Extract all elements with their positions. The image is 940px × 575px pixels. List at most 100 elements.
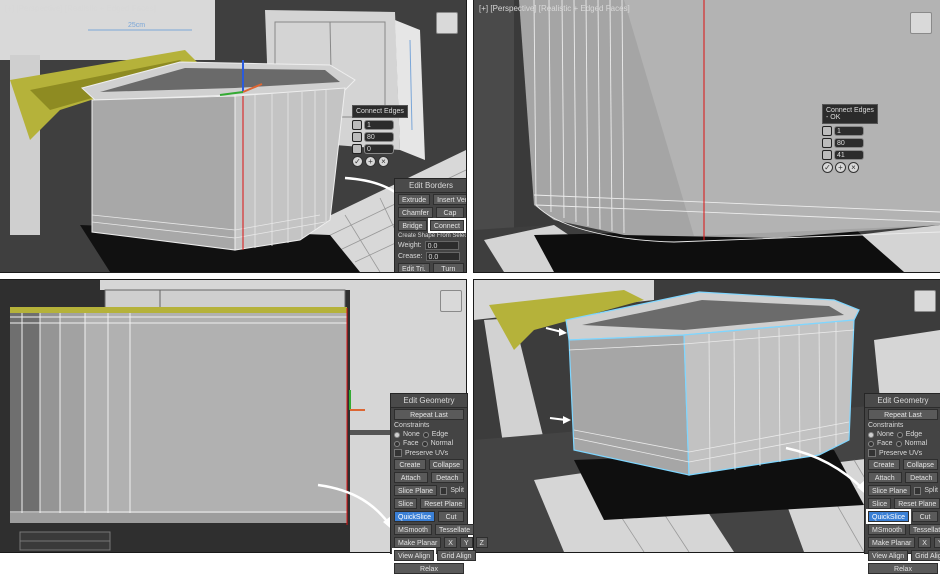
slice-button[interactable]: Slice — [394, 498, 418, 509]
pinch-value[interactable]: 80 — [834, 138, 864, 148]
relax-button[interactable]: Relax — [868, 563, 938, 574]
tessellate-button[interactable]: Tessellate — [908, 524, 940, 535]
quickslice-button[interactable]: QuickSlice — [394, 511, 436, 522]
cancel-icon[interactable]: × — [848, 162, 859, 173]
none-radio[interactable] — [394, 431, 400, 438]
edge-radio[interactable] — [422, 431, 429, 438]
none-radio[interactable] — [868, 431, 874, 438]
viewcube-icon[interactable] — [436, 12, 458, 34]
normal-label: Normal — [430, 440, 454, 447]
relax-button[interactable]: Relax — [394, 563, 464, 574]
cap-button[interactable]: Cap — [435, 207, 464, 218]
reset-plane-button[interactable]: Reset Plane — [894, 498, 940, 509]
caddy-title-text: Connect Edges — [826, 107, 874, 114]
cancel-icon[interactable]: × — [378, 156, 389, 167]
slide-icon — [352, 144, 362, 154]
slide-icon — [822, 150, 832, 160]
preserve-uvs-checkbox[interactable] — [868, 449, 876, 457]
slice-plane-button[interactable]: Slice Plane — [394, 485, 438, 496]
msmooth-button[interactable]: MSmooth — [394, 524, 432, 535]
connect-edges-caddy: Connect Edges - OK 1 80 41 ✓ + × — [822, 104, 878, 173]
create-button[interactable]: Create — [394, 459, 426, 470]
crease-field[interactable]: 0.0 — [425, 252, 460, 261]
detach-button[interactable]: Detach — [904, 472, 938, 483]
slice-plane-button[interactable]: Slice Plane — [868, 485, 912, 496]
quickslice-button[interactable]: QuickSlice — [865, 509, 912, 524]
face-label: Face — [877, 440, 893, 447]
face-radio[interactable] — [394, 440, 400, 447]
preserve-uvs-label: Preserve UVs — [405, 449, 449, 457]
connect-button[interactable]: Connect — [427, 218, 466, 233]
segments-icon — [822, 126, 832, 136]
y-button[interactable]: Y — [459, 537, 473, 548]
x-button[interactable]: X — [444, 537, 457, 548]
attach-button[interactable]: Attach — [394, 472, 428, 483]
edit-geometry-title: Edit Geometry — [865, 394, 940, 408]
normal-label: Normal — [904, 440, 928, 447]
reset-plane-button[interactable]: Reset Plane — [420, 498, 467, 509]
slide-value[interactable]: 41 — [834, 150, 864, 160]
turn-button[interactable]: Turn — [432, 263, 464, 272]
split-checkbox[interactable] — [440, 486, 448, 495]
viewcube-icon[interactable] — [914, 290, 936, 312]
insert-vertex-button[interactable]: Insert Vertex — [433, 194, 466, 205]
preserve-uvs-checkbox[interactable] — [394, 449, 402, 457]
viewport-label[interactable]: [+] [Perspective] [Realistic + Edged Fac… — [5, 4, 156, 13]
chamfer-button[interactable]: Chamfer — [398, 207, 433, 218]
cut-button[interactable]: Cut — [438, 511, 464, 522]
edit-tri-button[interactable]: Edit Tri. — [398, 263, 430, 272]
repeat-last-button[interactable]: Repeat Last — [868, 409, 938, 420]
face-radio[interactable] — [868, 440, 874, 447]
none-label: None — [403, 431, 420, 438]
msmooth-button[interactable]: MSmooth — [868, 524, 906, 535]
collapse-button[interactable]: Collapse — [428, 459, 464, 470]
split-label: Split — [924, 487, 938, 494]
apply-icon[interactable]: + — [365, 156, 376, 167]
pinch-icon — [352, 132, 362, 142]
segments-value[interactable]: 1 — [834, 126, 864, 136]
extrude-button[interactable]: Extrude — [398, 194, 431, 205]
segments-icon — [352, 120, 362, 130]
caddy-status: - OK — [826, 114, 841, 121]
viewport-top-left[interactable]: 25cm [+] [Perspective] [Realistic + Edge… — [0, 0, 467, 273]
ok-icon[interactable]: ✓ — [822, 162, 833, 173]
constraints-label: Constraints — [394, 422, 430, 429]
crease-label: Crease: — [398, 253, 423, 260]
cut-button[interactable]: Cut — [912, 511, 938, 522]
viewport-top-right[interactable]: [+] [Perspective] [Realistic + Edged Fac… — [473, 0, 940, 273]
preserve-uvs-label: Preserve UVs — [879, 449, 923, 457]
y-button[interactable]: Y — [933, 537, 940, 548]
edit-borders-title: Edit Borders — [395, 179, 466, 193]
tessellate-button[interactable]: Tessellate — [434, 524, 475, 535]
make-planar-button[interactable]: Make Planar — [868, 537, 916, 548]
make-planar-button[interactable]: Make Planar — [394, 537, 442, 548]
repeat-last-button[interactable]: Repeat Last — [394, 409, 464, 420]
normal-radio[interactable] — [421, 440, 428, 447]
create-button[interactable]: Create — [868, 459, 900, 470]
none-label: None — [877, 431, 894, 438]
detach-button[interactable]: Detach — [430, 472, 464, 483]
pinch-value[interactable]: 80 — [364, 132, 394, 142]
slide-value[interactable]: 0 — [364, 144, 394, 154]
viewport-label[interactable]: [+] [Perspective] [Realistic + Edged Fac… — [479, 4, 630, 13]
weight-field[interactable]: 0.0 — [424, 241, 459, 250]
ok-icon[interactable]: ✓ — [352, 156, 363, 167]
split-checkbox[interactable] — [914, 486, 922, 495]
create-shape-link[interactable]: Create Shape From Selection — [398, 233, 466, 239]
attach-button[interactable]: Attach — [868, 472, 902, 483]
segments-value[interactable]: 1 — [364, 120, 394, 130]
edge-label: Edge — [431, 431, 449, 438]
viewcube-icon[interactable] — [440, 290, 462, 312]
slice-button[interactable]: Slice — [868, 498, 892, 509]
normal-radio[interactable] — [895, 440, 902, 447]
z-button[interactable]: Z — [475, 537, 488, 548]
x-button[interactable]: X — [918, 537, 931, 548]
viewcube-icon[interactable] — [910, 12, 932, 34]
pinch-icon — [822, 138, 832, 148]
apply-icon[interactable]: + — [835, 162, 846, 173]
edge-radio[interactable] — [896, 431, 903, 438]
edit-geometry-panel-right: Edit Geometry Repeat Last Constraints No… — [864, 393, 940, 574]
collapse-button[interactable]: Collapse — [902, 459, 938, 470]
bridge-button[interactable]: Bridge — [398, 220, 427, 231]
caddy-title: Connect Edges - OK — [822, 104, 878, 124]
